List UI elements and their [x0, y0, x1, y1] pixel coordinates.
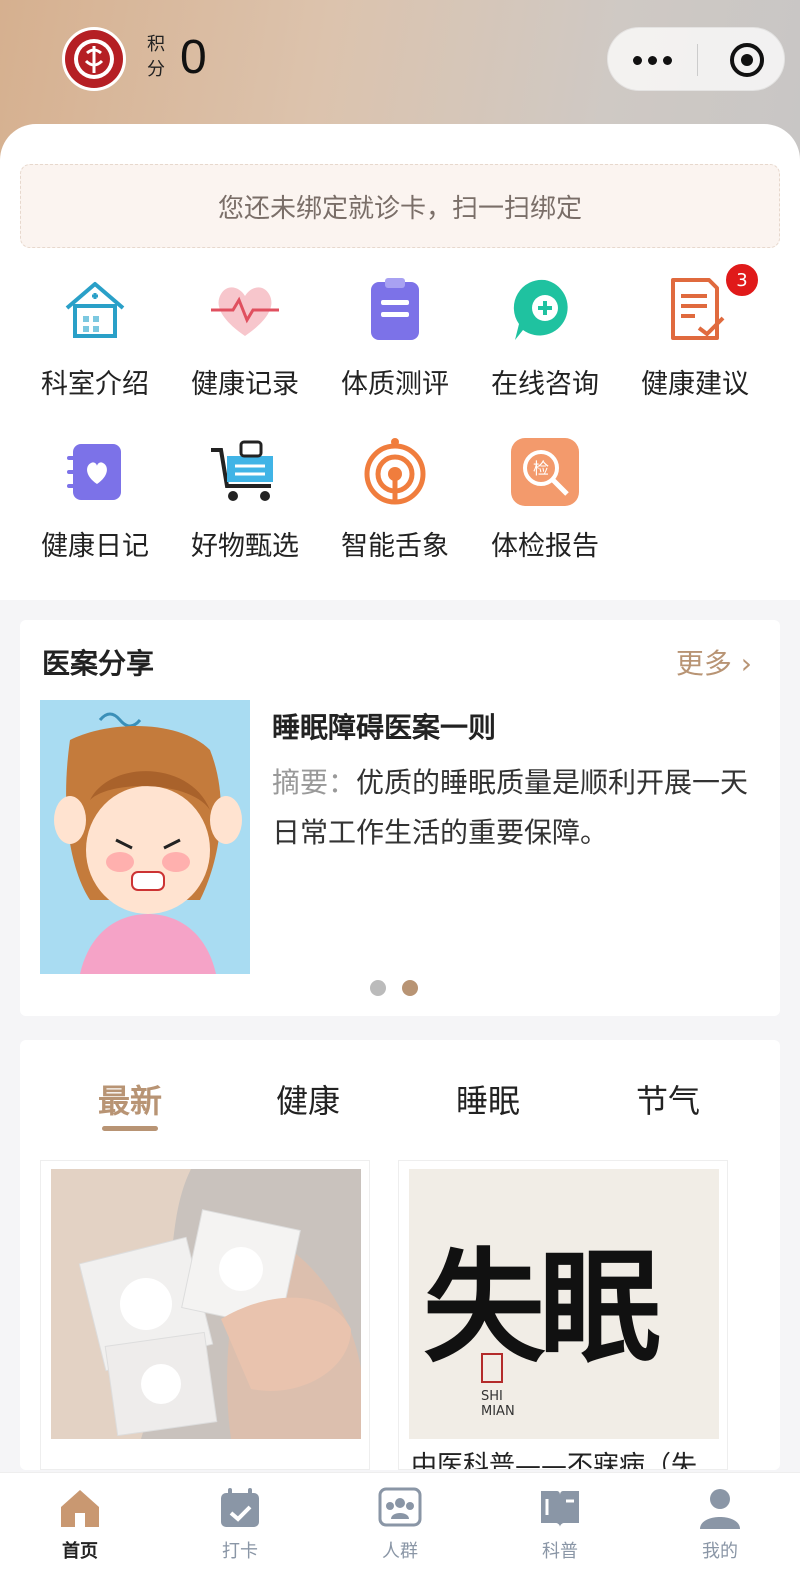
calendar-check-icon [221, 1488, 259, 1527]
grid-item-health-record[interactable]: 健康记录 [170, 274, 320, 424]
clipboard-icon [371, 278, 419, 340]
article-title[interactable]: 睡眠障碍医案一则 [272, 706, 496, 746]
tabbar-label: 人群 [382, 1541, 418, 1562]
grid-label: 健康日记 [41, 531, 149, 562]
tab-health[interactable]: 健康 [248, 1076, 368, 1122]
grid-item-constitution-test[interactable]: 体质测评 [320, 274, 470, 424]
tabbar-label: 科普 [542, 1541, 578, 1562]
feed-item-image: 失眠 SHI MIAN [409, 1169, 719, 1439]
case-share-card: 医案分享 更多 › 睡眠障碍医案一则 摘要：优质的睡眠质量是顺利开展一天日常工作… [20, 620, 780, 1016]
grid-item-health-diary[interactable]: 健康日记 [20, 436, 170, 586]
grid-label: 在线咨询 [491, 369, 599, 400]
chevron-right-icon: › [740, 647, 752, 680]
grid-item-tongue-diagnosis[interactable]: 智能舌象 [320, 436, 470, 586]
grid-label: 健康建议 [641, 369, 749, 400]
grid-label: 体检报告 [491, 531, 599, 562]
section-title: 医案分享 [42, 647, 155, 680]
mini-program-capsule [607, 27, 785, 91]
user-icon [700, 1489, 740, 1529]
department-icon [65, 282, 125, 338]
tab-sleep[interactable]: 睡眠 [428, 1076, 548, 1122]
capsule-divider [697, 44, 698, 76]
tabbar-checkin[interactable]: 打卡 [160, 1473, 320, 1585]
home-icon [61, 1490, 99, 1527]
tab-underline [102, 1126, 158, 1131]
calligraphy-text: 失眠 [423, 1235, 661, 1379]
points-label: 积分 [147, 34, 165, 80]
chat-plus-icon [513, 279, 568, 340]
tabbar-label: 打卡 [222, 1541, 258, 1562]
grid-label: 好物甄选 [191, 531, 299, 562]
carousel-dots [370, 980, 430, 1000]
summary-key: 摘要： [272, 766, 357, 799]
more-dots-icon[interactable] [608, 28, 696, 92]
grid-item-checkup-report[interactable]: 检 体检报告 [470, 436, 620, 586]
book-icon [541, 1491, 579, 1527]
tabbar-group[interactable]: 人群 [320, 1473, 480, 1585]
target-circle-icon[interactable] [708, 28, 786, 92]
bottom-tab-bar: 首页 打卡 人群 科普 我的 [0, 1472, 800, 1585]
grid-item-department[interactable]: 科室介绍 [20, 274, 170, 424]
bind-card-notice[interactable]: 您还未绑定就诊卡，扫一扫绑定 [20, 164, 780, 248]
document-check-icon [671, 278, 725, 340]
tab-latest[interactable]: 最新 [70, 1076, 190, 1122]
carousel-dot[interactable] [370, 980, 386, 996]
feed-card: 最新 健康 睡眠 节气 失眠 SHI MIAN 中医科普——不寐病（失 [20, 1040, 780, 1470]
tabbar-home[interactable]: 首页 [0, 1473, 160, 1585]
grid-label: 健康记录 [191, 369, 299, 400]
people-group-icon [378, 1487, 422, 1527]
tab-solar-term[interactable]: 节气 [608, 1076, 728, 1122]
more-label: 更多 [675, 647, 732, 680]
grid-label: 科室介绍 [41, 369, 149, 400]
grid-item-good-picks[interactable]: 好物甄选 [170, 436, 320, 586]
tabbar-profile[interactable]: 我的 [640, 1473, 800, 1585]
tabbar-science[interactable]: 科普 [480, 1473, 640, 1585]
article-illustration[interactable] [40, 700, 250, 974]
inspection-search-icon: 检 [511, 438, 579, 506]
shopping-cart-icon [211, 440, 273, 501]
tabbar-label: 首页 [62, 1541, 98, 1562]
hospital-logo-icon [62, 27, 126, 91]
article-summary: 摘要：优质的睡眠质量是顺利开展一天日常工作生活的重要保障。 [272, 758, 752, 858]
grid-label: 智能舌象 [341, 531, 449, 562]
main-card: 您还未绑定就诊卡，扫一扫绑定 科室介绍 健康记录 体质测评 在线咨询 3 健康建… [0, 124, 800, 600]
carousel-dot-active[interactable] [402, 980, 418, 996]
pinyin-text: SHI MIAN [481, 1389, 515, 1419]
feed-item-image [51, 1169, 361, 1439]
tongue-scan-icon [364, 438, 426, 505]
more-link[interactable]: 更多 › [676, 642, 752, 682]
grid-item-health-advice[interactable]: 3 健康建议 [620, 262, 770, 424]
grid-label: 体质测评 [341, 369, 449, 400]
feed-item[interactable] [40, 1160, 370, 1470]
points-value: 0 [180, 31, 207, 84]
seal-stamp [481, 1353, 503, 1383]
feed-item-caption: 中医科普——不寐病（失 [411, 1451, 698, 1470]
feed-item[interactable]: 失眠 SHI MIAN 中医科普——不寐病（失 [398, 1160, 728, 1470]
notification-badge: 3 [724, 262, 760, 298]
heart-pulse-icon [211, 287, 279, 336]
grid-item-online-consult[interactable]: 在线咨询 [470, 274, 620, 424]
heart-diary-icon [67, 444, 121, 500]
tabbar-label: 我的 [702, 1541, 738, 1562]
svg-text:检: 检 [533, 459, 549, 478]
